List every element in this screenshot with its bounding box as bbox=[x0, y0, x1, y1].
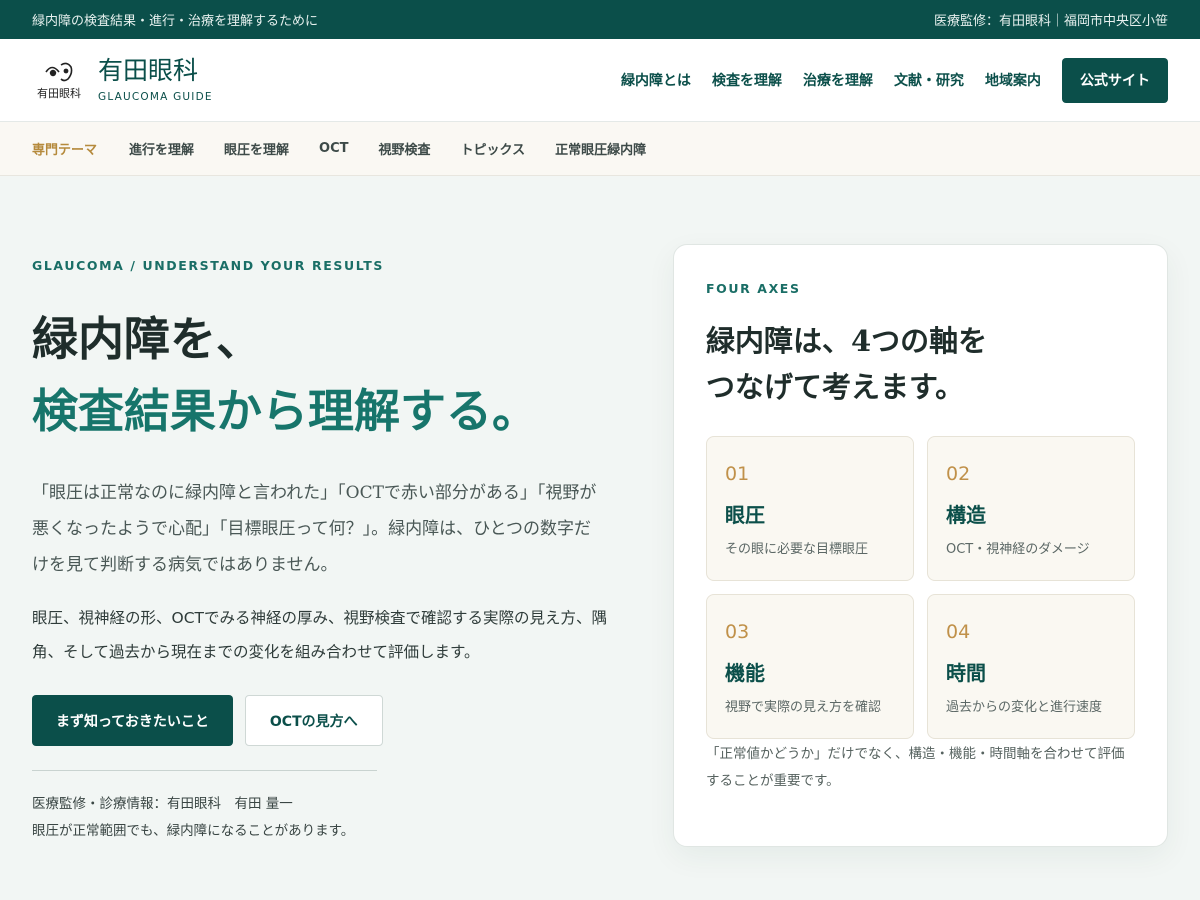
hero-divider bbox=[32, 770, 377, 771]
axis-desc: OCT・視神経のダメージ bbox=[946, 542, 1090, 557]
hero-meta: 医療監修・診療情報：有田眼科 有田 量一 眼圧が正常範囲でも、緑内障になることが… bbox=[32, 791, 612, 845]
axis-tile-structure: 02 構造 OCT・視神経のダメージ bbox=[927, 436, 1135, 581]
axis-title: 眼圧 bbox=[725, 503, 765, 527]
four-axes-card: FOUR AXES 緑内障は、4つの軸を つなげて考えます。 01 眼圧 その眼… bbox=[673, 244, 1168, 847]
hero-lead: 「眼圧は正常なのに緑内障と言われた」「OCTで赤い部分がある」「視野が悪くなった… bbox=[32, 483, 597, 575]
top-info-bar: 緑内障の検査結果・進行・治療を理解するために 医療監修：有田眼科｜福岡市中央区小… bbox=[0, 0, 1200, 39]
top-info-right: 医療監修：有田眼科｜福岡市中央区小笹 bbox=[933, 14, 1168, 29]
hero-body: 眼圧、視神経の形、OCTでみる神経の厚み、視野検査で確認する実際の見え方、隅角、… bbox=[32, 609, 607, 661]
official-site-button[interactable]: 公式サイト bbox=[1062, 57, 1168, 103]
axis-tile-iop: 01 眼圧 その眼に必要な目標眼圧 bbox=[706, 436, 914, 581]
axis-number: 03 bbox=[725, 621, 750, 643]
topic-item-iop[interactable]: 眼圧を理解 bbox=[224, 139, 289, 158]
topic-item-visual-field[interactable]: 視野検査 bbox=[379, 139, 431, 158]
axis-desc: 過去からの変化と進行速度 bbox=[946, 700, 1103, 715]
topic-nav-label: 専門テーマ bbox=[32, 143, 98, 158]
card-title-line2: つなげて考えます。 bbox=[706, 370, 965, 404]
axis-number: 01 bbox=[725, 463, 750, 485]
topic-item-ntg[interactable]: 正常眼圧緑内障 bbox=[555, 139, 646, 158]
nav-item-glaucoma[interactable]: 緑内障とは bbox=[621, 70, 691, 90]
iop-note: 眼圧が正常範囲でも、緑内障になることがあります。 bbox=[32, 823, 355, 839]
card-title: 緑内障は、4つの軸を つなげて考えます。 bbox=[706, 318, 1135, 410]
axis-tile-time: 04 時間 過去からの変化と進行速度 bbox=[927, 594, 1135, 739]
topic-nav: 専門テーマ 進行を理解 眼圧を理解 OCT 視野検査 トピックス 正常眼圧緑内障 bbox=[0, 122, 1200, 176]
axis-desc: 視野で実際の見え方を確認 bbox=[725, 700, 882, 715]
axis-number: 04 bbox=[946, 621, 971, 643]
hero-title-line2: 検査結果から理解する。 bbox=[32, 384, 538, 438]
brand[interactable]: 有田眼科 GLAUCOMA GUIDE bbox=[98, 57, 213, 103]
topic-item-oct[interactable]: OCT bbox=[319, 141, 348, 156]
topic-item-topics[interactable]: トピックス bbox=[461, 139, 526, 158]
logo-text: 有田眼科 bbox=[37, 87, 81, 100]
axis-desc: その眼に必要な目標眼圧 bbox=[725, 542, 869, 557]
topic-item-progression[interactable]: 進行を理解 bbox=[129, 139, 194, 158]
hero-title-line1: 緑内障を、 bbox=[32, 312, 262, 366]
top-info-left: 緑内障の検査結果・進行・治療を理解するために bbox=[32, 14, 319, 29]
card-title-line1: 緑内障は、4つの軸を bbox=[706, 324, 988, 358]
oct-guide-button[interactable]: OCTの見方へ bbox=[244, 695, 383, 746]
nav-item-treatment[interactable]: 治療を理解 bbox=[803, 70, 873, 90]
supervision-info: 医療監修・診療情報：有田眼科 有田 量一 bbox=[32, 796, 293, 812]
nav-item-area[interactable]: 地域案内 bbox=[985, 70, 1041, 90]
main-nav: 緑内障とは 検査を理解 治療を理解 文献・研究 地域案内 公式サイト bbox=[600, 57, 1168, 103]
axis-title: 時間 bbox=[946, 661, 986, 685]
hero-eyebrow: GLAUCOMA / UNDERSTAND YOUR RESULTS bbox=[32, 258, 384, 273]
nav-item-exams[interactable]: 検査を理解 bbox=[712, 70, 782, 90]
site-header: 有田眼科 有田眼科 GLAUCOMA GUIDE 緑内障とは 検査を理解 治療を… bbox=[0, 39, 1200, 122]
hero-section: GLAUCOMA / UNDERSTAND YOUR RESULTS 緑内障を、… bbox=[32, 258, 612, 845]
axis-title: 機能 bbox=[725, 661, 765, 685]
card-note: 「正常値かどうか」だけでなく、構造・機能・時間軸を合わせて評価することが重要です… bbox=[706, 746, 1125, 789]
axes-grid: 01 眼圧 その眼に必要な目標眼圧 02 構造 OCT・視神経のダメージ 03 … bbox=[706, 436, 1135, 739]
brand-subtitle: GLAUCOMA GUIDE bbox=[98, 90, 213, 103]
clinic-logo[interactable]: 有田眼科 bbox=[32, 56, 86, 104]
axis-number: 02 bbox=[946, 463, 971, 485]
brand-name: 有田眼科 bbox=[98, 56, 199, 86]
card-eyebrow: FOUR AXES bbox=[706, 281, 801, 296]
hero-title: 緑内障を、 検査結果から理解する。 bbox=[32, 303, 612, 447]
hero-buttons: まず知っておきたいこと OCTの見方へ bbox=[32, 695, 612, 746]
basics-button[interactable]: まず知っておきたいこと bbox=[32, 695, 233, 746]
nav-item-literature[interactable]: 文献・研究 bbox=[894, 70, 964, 90]
eye-logo-icon bbox=[45, 62, 73, 82]
axis-tile-function: 03 機能 視野で実際の見え方を確認 bbox=[706, 594, 914, 739]
axis-title: 構造 bbox=[946, 503, 986, 527]
